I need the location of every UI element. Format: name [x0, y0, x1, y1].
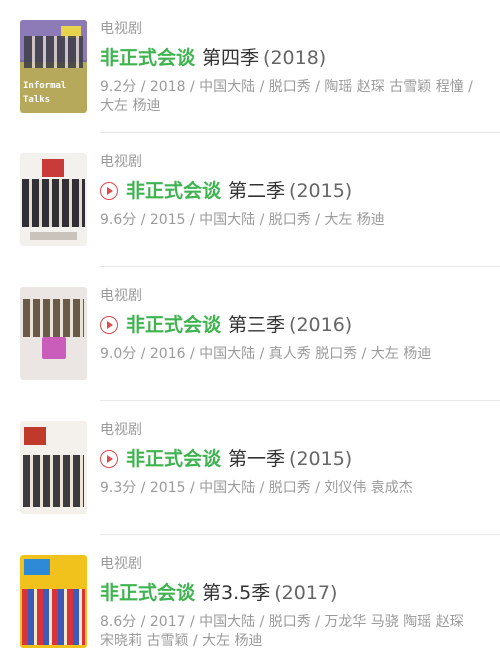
divider: [100, 534, 500, 535]
title-year: (2015): [289, 448, 353, 470]
poster-footer: [30, 232, 77, 240]
title-season: 第二季: [228, 180, 286, 202]
title-season: 第3.5季: [202, 582, 271, 604]
title-main: 非正式会谈: [100, 47, 196, 69]
play-icon[interactable]: [100, 182, 118, 200]
category-label: 电视剧: [100, 154, 142, 170]
meta-info: 9.2分 / 2018 / 中国大陆 / 脱口秀 / 陶瑶 赵琛 古雪颖 程憧 …: [100, 79, 473, 114]
title-link[interactable]: 非正式会谈 第3.5季 (2017): [100, 581, 337, 605]
poster-image[interactable]: [20, 153, 87, 246]
meta-info: 8.6分 / 2017 / 中国大陆 / 脱口秀 / 万龙华 马骁 陶瑶 赵琛 …: [100, 614, 464, 649]
divider: [100, 132, 500, 133]
poster-cast: [22, 589, 85, 645]
title-season: 第一季: [228, 448, 286, 470]
title-link[interactable]: 非正式会谈 第二季 (2015): [100, 179, 352, 203]
title-season: 第四季: [202, 47, 260, 69]
divider: [100, 266, 500, 267]
title-link[interactable]: 非正式会谈 第三季 (2016): [100, 313, 352, 337]
category-label: 电视剧: [100, 556, 142, 572]
poster-logo: [24, 427, 46, 445]
search-results-list: Informal Talks 电视剧 非正式会谈 第四季 (2018) 9.2分…: [0, 0, 500, 671]
play-icon[interactable]: [100, 450, 118, 468]
title-main: 非正式会谈: [100, 582, 196, 604]
meta-info: 9.3分 / 2015 / 中国大陆 / 脱口秀 / 刘仪伟 袁成杰: [100, 480, 413, 496]
category-label: 电视剧: [100, 422, 142, 438]
title-year: (2018): [263, 47, 327, 69]
title-year: (2017): [274, 582, 338, 604]
title-main: 非正式会谈: [126, 448, 222, 470]
poster-image[interactable]: [20, 555, 87, 648]
divider: [100, 400, 500, 401]
meta-info: 9.0分 / 2016 / 中国大陆 / 真人秀 脱口秀 / 大左 杨迪: [100, 346, 432, 362]
play-icon[interactable]: [100, 316, 118, 334]
poster-logo: [24, 559, 50, 575]
poster-image[interactable]: [20, 421, 87, 514]
poster-image[interactable]: Informal Talks: [20, 20, 87, 113]
poster-text: Talks: [23, 95, 51, 105]
poster-logo: [42, 337, 66, 359]
poster-cast: [22, 179, 85, 227]
title-main: 非正式会谈: [126, 180, 222, 202]
poster-text: Informal: [23, 81, 67, 91]
poster-logo: [42, 159, 64, 177]
title-link[interactable]: 非正式会谈 第四季 (2018): [100, 46, 326, 70]
title-year: (2016): [289, 314, 353, 336]
poster-cast: [24, 36, 83, 68]
meta-info: 9.6分 / 2015 / 中国大陆 / 脱口秀 / 大左 杨迪: [100, 212, 385, 228]
title-season: 第三季: [228, 314, 286, 336]
category-label: 电视剧: [100, 288, 142, 304]
title-main: 非正式会谈: [126, 314, 222, 336]
title-link[interactable]: 非正式会谈 第一季 (2015): [100, 447, 352, 471]
category-label: 电视剧: [100, 21, 142, 37]
title-year: (2015): [289, 180, 353, 202]
poster-image[interactable]: [20, 287, 87, 380]
poster-cast: [23, 455, 84, 507]
poster-cast: [23, 299, 84, 337]
